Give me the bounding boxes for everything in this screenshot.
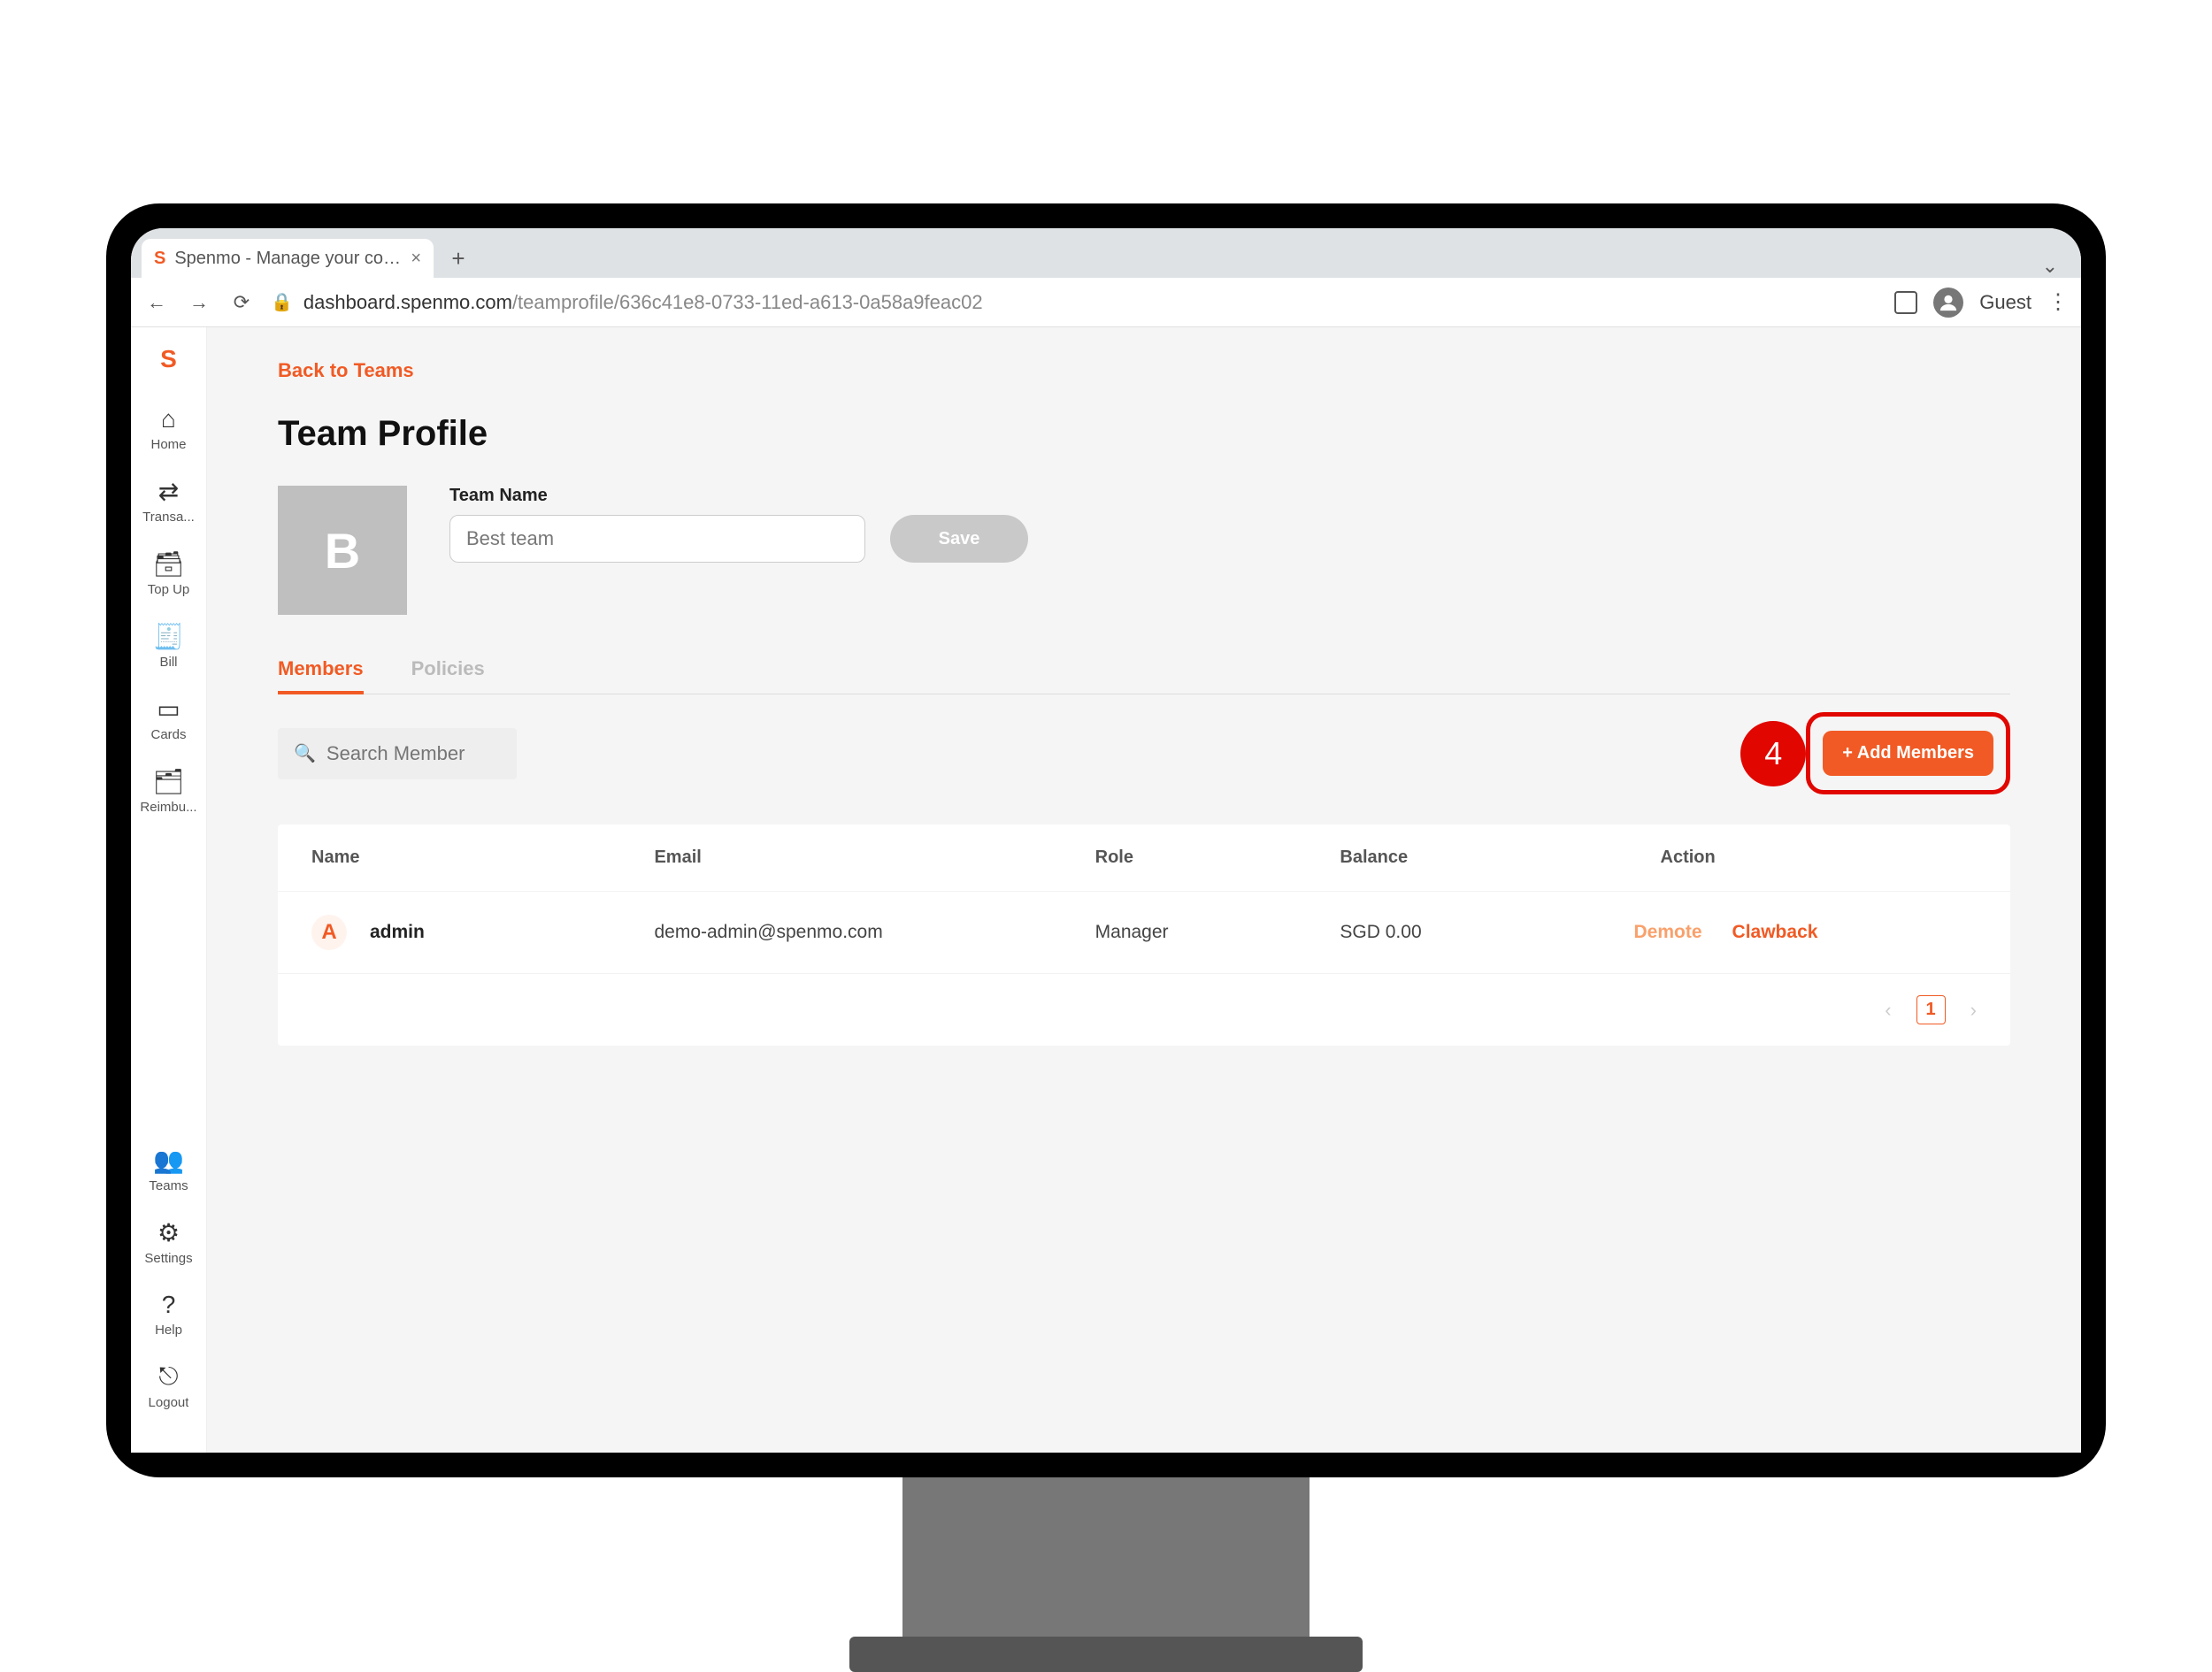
spenmo-logo-icon[interactable]: S xyxy=(160,345,177,373)
sidebar-item-transactions[interactable]: ⇄ Transa... xyxy=(142,477,195,525)
app-body: S ⌂ Home ⇄ Transa... 🗃 Top Up 🧾 Bill ▭ C… xyxy=(131,327,2081,1453)
monitor-frame: S Spenmo - Manage your compa × + ⌄ ← → ⟳… xyxy=(106,203,2106,1477)
tab-title: Spenmo - Manage your compa xyxy=(174,249,402,269)
teams-icon: 👥 xyxy=(153,1146,184,1175)
col-role: Role xyxy=(1095,848,1340,868)
forward-button[interactable]: → xyxy=(186,289,212,316)
sidebar-item-topup[interactable]: 🗃 Top Up xyxy=(148,549,190,597)
page-title: Team Profile xyxy=(278,414,2010,454)
search-member-box[interactable]: 🔍 xyxy=(278,728,517,779)
team-name-label: Team Name xyxy=(449,486,1028,506)
profile-label: Guest xyxy=(1979,291,2032,314)
sidebar-item-reimbursement[interactable]: 🗂 Reimbu... xyxy=(140,767,196,815)
new-tab-button[interactable]: + xyxy=(442,242,474,274)
col-balance: Balance xyxy=(1340,848,1633,868)
clawback-link[interactable]: Clawback xyxy=(1732,922,1818,943)
back-to-teams-link[interactable]: Back to Teams xyxy=(278,359,2010,382)
page-current[interactable]: 1 xyxy=(1916,995,1946,1024)
logout-icon: ⎋ xyxy=(158,1362,178,1392)
sidebar-item-label: Teams xyxy=(149,1178,188,1193)
sidebar-item-settings[interactable]: ⚙ Settings xyxy=(144,1218,192,1266)
main-content: Back to Teams Team Profile B Team Name S… xyxy=(207,327,2081,1453)
sidebar-item-label: Help xyxy=(155,1323,182,1338)
demote-link[interactable]: Demote xyxy=(1634,922,1702,943)
search-icon: 🔍 xyxy=(294,742,316,764)
bill-icon: 🧾 xyxy=(153,622,184,651)
topup-icon: 🗃 xyxy=(153,549,185,579)
sidebar-item-label: Reimbu... xyxy=(140,800,196,815)
team-header-row: B Team Name Save xyxy=(278,486,2010,615)
page-next-icon[interactable]: › xyxy=(1970,999,1977,1022)
address-bar[interactable]: 🔒 dashboard.spenmo.com/teamprofile/636c4… xyxy=(271,291,1878,314)
sidebar-item-label: Transa... xyxy=(142,510,195,525)
screen: S Spenmo - Manage your compa × + ⌄ ← → ⟳… xyxy=(131,228,2081,1453)
sidebar-item-home[interactable]: ⌂ Home xyxy=(150,405,186,452)
sidebar-item-teams[interactable]: 👥 Teams xyxy=(149,1146,188,1193)
table-header: Name Email Role Balance Action xyxy=(278,824,2010,891)
page-prev-icon[interactable]: ‹ xyxy=(1885,999,1891,1022)
sidebar-item-bill[interactable]: 🧾 Bill xyxy=(153,622,184,670)
members-table: Name Email Role Balance Action A admin d… xyxy=(278,824,2010,1046)
sidebar-item-logout[interactable]: ⎋ Logout xyxy=(149,1362,189,1410)
browser-toolbar: ← → ⟳ 🔒 dashboard.spenmo.com/teamprofile… xyxy=(131,278,2081,327)
url-host: dashboard.spenmo.com xyxy=(303,291,512,313)
sidebar-item-cards[interactable]: ▭ Cards xyxy=(150,694,186,742)
browser-tab[interactable]: S Spenmo - Manage your compa × xyxy=(142,239,434,278)
sidebar-item-help[interactable]: ? Help xyxy=(155,1291,182,1338)
tabs: Members Policies xyxy=(278,657,2010,694)
browser-tab-strip: S Spenmo - Manage your compa × + ⌄ xyxy=(131,228,2081,278)
sidebar-item-label: Logout xyxy=(149,1395,189,1410)
extension-icon[interactable] xyxy=(1894,291,1917,314)
reload-button[interactable]: ⟳ xyxy=(228,289,255,316)
team-name-input[interactable] xyxy=(449,515,865,563)
home-icon: ⌂ xyxy=(161,405,176,433)
browser-menu-icon[interactable]: ⋮ xyxy=(2047,289,2069,315)
sidebar-item-label: Top Up xyxy=(148,582,190,597)
lock-icon: 🔒 xyxy=(271,291,293,313)
back-button[interactable]: ← xyxy=(143,289,170,316)
step-badge: 4 xyxy=(1740,721,1806,786)
transactions-icon: ⇄ xyxy=(158,477,179,506)
pagination: ‹ 1 › xyxy=(278,973,2010,1046)
help-icon: ? xyxy=(162,1291,176,1319)
spenmo-favicon: S xyxy=(154,249,165,269)
add-members-highlight: + Add Members xyxy=(1806,712,2010,794)
table-row: A admin demo-admin@spenmo.com Manager SG… xyxy=(278,891,2010,973)
close-tab-icon[interactable]: × xyxy=(411,249,421,269)
sidebar-item-label: Settings xyxy=(144,1251,192,1266)
tabstrip-dropdown-icon[interactable]: ⌄ xyxy=(2042,255,2070,278)
url-path: /teamprofile/636c41e8-0733-11ed-a613-0a5… xyxy=(512,291,983,313)
save-button[interactable]: Save xyxy=(890,515,1028,563)
col-action: Action xyxy=(1634,848,1977,868)
member-name: admin xyxy=(370,922,425,943)
member-email: demo-admin@spenmo.com xyxy=(654,922,1094,943)
tab-policies[interactable]: Policies xyxy=(411,657,485,694)
sidebar-item-label: Cards xyxy=(150,727,186,742)
gear-icon: ⚙ xyxy=(157,1218,180,1247)
cards-icon: ▭ xyxy=(157,694,180,724)
member-avatar: A xyxy=(311,915,347,950)
col-name: Name xyxy=(311,848,654,868)
url-text: dashboard.spenmo.com/teamprofile/636c41e… xyxy=(303,291,983,314)
profile-avatar-icon[interactable] xyxy=(1933,288,1963,318)
col-email: Email xyxy=(654,848,1094,868)
sidebar-item-label: Bill xyxy=(159,655,177,670)
monitor-stand xyxy=(902,1477,1310,1654)
sidebar: S ⌂ Home ⇄ Transa... 🗃 Top Up 🧾 Bill ▭ C… xyxy=(131,327,207,1453)
search-input[interactable] xyxy=(326,742,581,765)
members-action-row: 🔍 4 + Add Members xyxy=(278,712,2010,794)
sidebar-item-label: Home xyxy=(150,437,186,452)
tab-members[interactable]: Members xyxy=(278,657,364,694)
reimbursement-icon: 🗂 xyxy=(153,767,185,796)
team-avatar: B xyxy=(278,486,407,615)
member-balance: SGD 0.00 xyxy=(1340,922,1633,943)
member-role: Manager xyxy=(1095,922,1340,943)
add-members-button[interactable]: + Add Members xyxy=(1823,731,1993,776)
